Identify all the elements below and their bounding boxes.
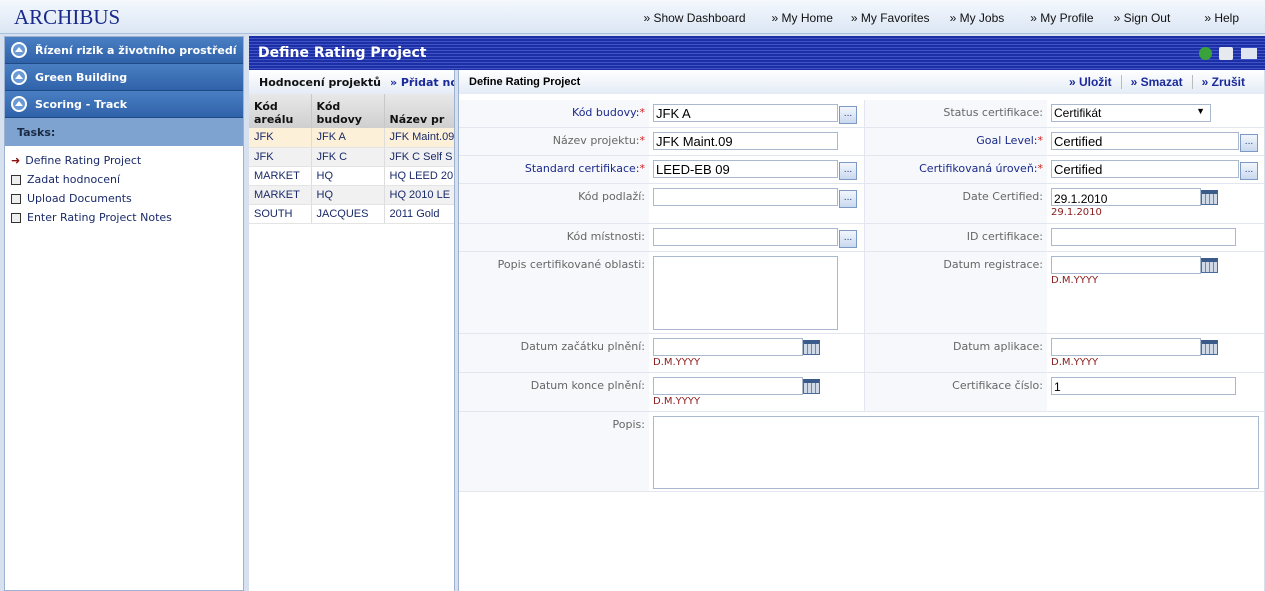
room-code-input[interactable]	[653, 227, 838, 246]
email-icon[interactable]	[1241, 48, 1257, 59]
navigator-panel: Řízení rizik a životního prostředí Green…	[4, 36, 244, 591]
nav-help[interactable]: » Help	[1204, 11, 1251, 25]
task-zadat-hodnoceni[interactable]: Zadat hodnocení	[5, 170, 243, 189]
certification-status-select[interactable]: Certifikát ▼	[1051, 104, 1211, 122]
module-scoring-track[interactable]: Scoring - Track	[5, 91, 243, 118]
grid-title: Hodnocení projektů	[259, 75, 381, 89]
collapse-icon	[11, 69, 27, 85]
task-upload-documents[interactable]: Upload Documents	[5, 189, 243, 208]
floor-code-input[interactable]	[653, 187, 838, 206]
end-date-input[interactable]	[653, 376, 803, 395]
view-title-bar: Define Rating Project	[249, 36, 1265, 70]
collapse-icon	[11, 42, 27, 58]
select-value-icon[interactable]: ...	[839, 229, 857, 248]
building-code-input[interactable]: JFK A	[653, 104, 838, 122]
nav-my-home[interactable]: » My Home	[772, 11, 845, 25]
projects-grid-panel: Hodnocení projektů » Přidat nový Kód areá…	[249, 70, 455, 591]
collapse-icon	[11, 96, 27, 112]
tasks-header: Tasks:	[5, 118, 243, 146]
table-row[interactable]: JFK JFK C JFK C Self S	[249, 147, 454, 167]
delete-button[interactable]: » Smazat	[1120, 75, 1192, 89]
nav-my-jobs[interactable]: » My Jobs	[950, 11, 1017, 25]
application-date-input[interactable]	[1051, 337, 1201, 356]
module-green-building[interactable]: Green Building	[5, 64, 243, 91]
select-value-icon[interactable]: ...	[1240, 133, 1258, 152]
certified-level-input[interactable]: Certified	[1051, 159, 1239, 178]
add-new-button[interactable]: » Přidat nový	[390, 76, 454, 89]
calendar-icon[interactable]	[1201, 257, 1218, 273]
chevron-down-icon: ▼	[1196, 106, 1205, 116]
task-enter-notes[interactable]: Enter Rating Project Notes	[5, 208, 243, 227]
calendar-icon[interactable]	[803, 339, 820, 355]
module-risk-env[interactable]: Řízení rizik a životního prostředí	[5, 37, 243, 64]
certification-number-input[interactable]: 1	[1051, 376, 1236, 395]
calendar-icon[interactable]	[803, 378, 820, 394]
view-title: Define Rating Project	[258, 45, 427, 61]
nav-my-profile[interactable]: » My Profile	[1030, 11, 1105, 25]
rating-project-form: Define Rating Project » Uložit » Smazat …	[458, 70, 1265, 591]
date-certified-input[interactable]: 29.1.2010	[1051, 187, 1201, 206]
task-define-rating-project[interactable]: ➜ Define Rating Project	[5, 151, 243, 170]
select-value-icon[interactable]: ...	[1240, 161, 1258, 180]
nav-sign-out[interactable]: » Sign Out	[1114, 11, 1183, 25]
description-textarea[interactable]	[653, 415, 1259, 489]
calendar-icon[interactable]	[1201, 339, 1218, 355]
save-button[interactable]: » Uložit	[1060, 75, 1121, 89]
certified-area-description-textarea[interactable]	[653, 255, 838, 330]
task-icon	[11, 212, 21, 223]
add-icon[interactable]	[1199, 47, 1212, 60]
certification-id-input[interactable]	[1051, 227, 1236, 246]
col-site[interactable]: Kód areálu	[249, 94, 312, 128]
table-row[interactable]: JFK JFK A JFK Maint.09	[249, 128, 454, 148]
cancel-button[interactable]: » Zrušit	[1191, 75, 1254, 89]
col-building[interactable]: Kód budovy	[311, 94, 385, 128]
select-value-icon[interactable]: ...	[839, 106, 857, 124]
table-row[interactable]: MARKET HQ HQ 2010 LE	[249, 185, 454, 205]
table-row[interactable]: MARKET HQ HQ LEED 20	[249, 166, 454, 186]
arrow-right-icon: ➜	[11, 154, 21, 167]
select-value-icon[interactable]: ...	[839, 161, 857, 180]
calendar-icon[interactable]	[1201, 189, 1218, 205]
header: ARCHIBUS » Show Dashboard » My Home » My…	[0, 0, 1265, 34]
start-date-input[interactable]	[653, 337, 803, 356]
print-icon[interactable]	[1219, 47, 1233, 60]
form-title: Define Rating Project	[469, 76, 581, 88]
nav-show-dashboard[interactable]: » Show Dashboard	[643, 11, 757, 25]
certification-standard-input[interactable]: LEED-EB 09	[653, 159, 838, 178]
task-icon	[11, 193, 21, 204]
registration-date-input[interactable]	[1051, 255, 1201, 274]
goal-level-input[interactable]: Certified	[1051, 131, 1239, 150]
col-project-name[interactable]: Název pr	[384, 94, 454, 128]
select-value-icon[interactable]: ...	[839, 189, 857, 208]
top-nav: » Show Dashboard » My Home » My Favorite…	[643, 11, 1265, 25]
nav-my-favorites[interactable]: » My Favorites	[851, 11, 942, 25]
archibus-logo: ARCHIBUS	[14, 5, 121, 29]
task-icon	[11, 174, 21, 185]
project-name-input[interactable]: JFK Maint.09	[653, 131, 838, 150]
table-row[interactable]: SOUTH JACQUES 2011 Gold	[249, 204, 454, 224]
projects-grid: Kód areálu Kód budovy Název pr JFK JFK A JFK…	[249, 94, 454, 224]
